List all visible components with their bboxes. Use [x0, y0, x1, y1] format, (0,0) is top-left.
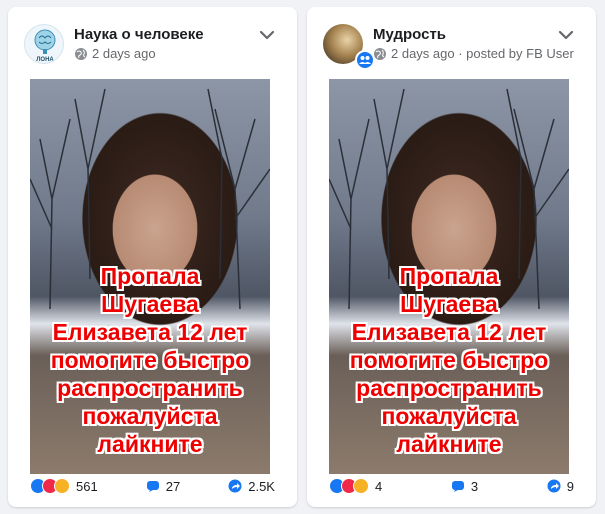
- overlay-line: Елизавета 12 лет: [351, 319, 547, 345]
- overlay-line: Шугаева: [400, 291, 498, 317]
- group-badge-icon: [355, 50, 375, 70]
- overlay-line: помогите быстро: [349, 347, 549, 373]
- overlay-line: распространить: [57, 375, 243, 401]
- globe-icon: [75, 47, 87, 60]
- post-stats: 561 27 2.5K: [30, 473, 275, 499]
- brain-logo-icon: ЛОНА: [34, 29, 56, 63]
- post-timestamp[interactable]: 2 days ago: [92, 46, 156, 61]
- comments-count: 27: [165, 478, 181, 494]
- overlay-line: распространить: [356, 375, 542, 401]
- overlay-line: пожалуйста: [82, 403, 218, 429]
- overlay-line: помогите быстро: [50, 347, 250, 373]
- comments-stat[interactable]: 3: [451, 479, 478, 494]
- post-image[interactable]: Пропала Шугаева Елизавета 12 лет помогит…: [329, 79, 569, 474]
- haha-reaction-icon: [54, 478, 70, 494]
- overlay-line: лайкните: [97, 431, 203, 457]
- comments-stat[interactable]: 27: [146, 479, 180, 494]
- post-meta: 2 days ago · posted by FB User: [373, 46, 574, 61]
- post-meta: 2 days ago: [74, 46, 156, 61]
- page-name[interactable]: Наука о человеке: [74, 26, 204, 43]
- reactions-stat[interactable]: 561: [30, 478, 98, 494]
- post-stats: 4 3 9: [329, 473, 574, 499]
- overlay-line: Пропала: [399, 263, 499, 289]
- comment-icon: [451, 481, 464, 492]
- shares-stat[interactable]: 2.5K: [228, 479, 275, 494]
- comment-icon: [146, 481, 159, 492]
- post-card: ЛОНА Наука о человеке 2 days ago Пропала…: [8, 7, 297, 507]
- overlay-line: пожалуйста: [381, 403, 517, 429]
- reaction-icons: [329, 478, 369, 494]
- comments-count: 3: [470, 478, 479, 494]
- reactions-stat[interactable]: 4: [329, 478, 382, 494]
- overlay-text: Пропала Шугаева Елизавета 12 лет помогит…: [329, 262, 569, 458]
- share-icon: [228, 479, 242, 493]
- shares-count: 2.5K: [248, 478, 275, 494]
- haha-reaction-icon: [353, 478, 369, 494]
- page-name[interactable]: Мудрость: [373, 26, 446, 43]
- overlay-line: Елизавета 12 лет: [52, 319, 248, 345]
- people-icon: [359, 56, 371, 64]
- overlay-line: Пропала: [100, 263, 200, 289]
- reaction-icons: [30, 478, 70, 494]
- shares-stat[interactable]: 9: [547, 479, 574, 494]
- post-timestamp[interactable]: 2 days ago · posted by FB User: [391, 46, 574, 61]
- globe-icon: [374, 47, 386, 60]
- chevron-down-icon[interactable]: [558, 29, 574, 41]
- reactions-count: 561: [76, 478, 98, 494]
- avatar-logo-text: ЛОНА: [36, 57, 54, 63]
- page-avatar[interactable]: ЛОНА: [24, 24, 64, 64]
- post-card: Мудрость 2 days ago · posted by FB User …: [307, 7, 596, 507]
- post-image[interactable]: Пропала Шугаева Елизавета 12 лет помогит…: [30, 79, 270, 474]
- share-icon: [547, 479, 561, 493]
- chevron-down-icon[interactable]: [259, 29, 275, 41]
- reactions-count: 4: [375, 478, 383, 494]
- overlay-text: Пропала Шугаева Елизавета 12 лет помогит…: [30, 262, 270, 458]
- overlay-line: Шугаева: [101, 291, 199, 317]
- overlay-line: лайкните: [396, 431, 502, 457]
- shares-count: 9: [566, 478, 574, 494]
